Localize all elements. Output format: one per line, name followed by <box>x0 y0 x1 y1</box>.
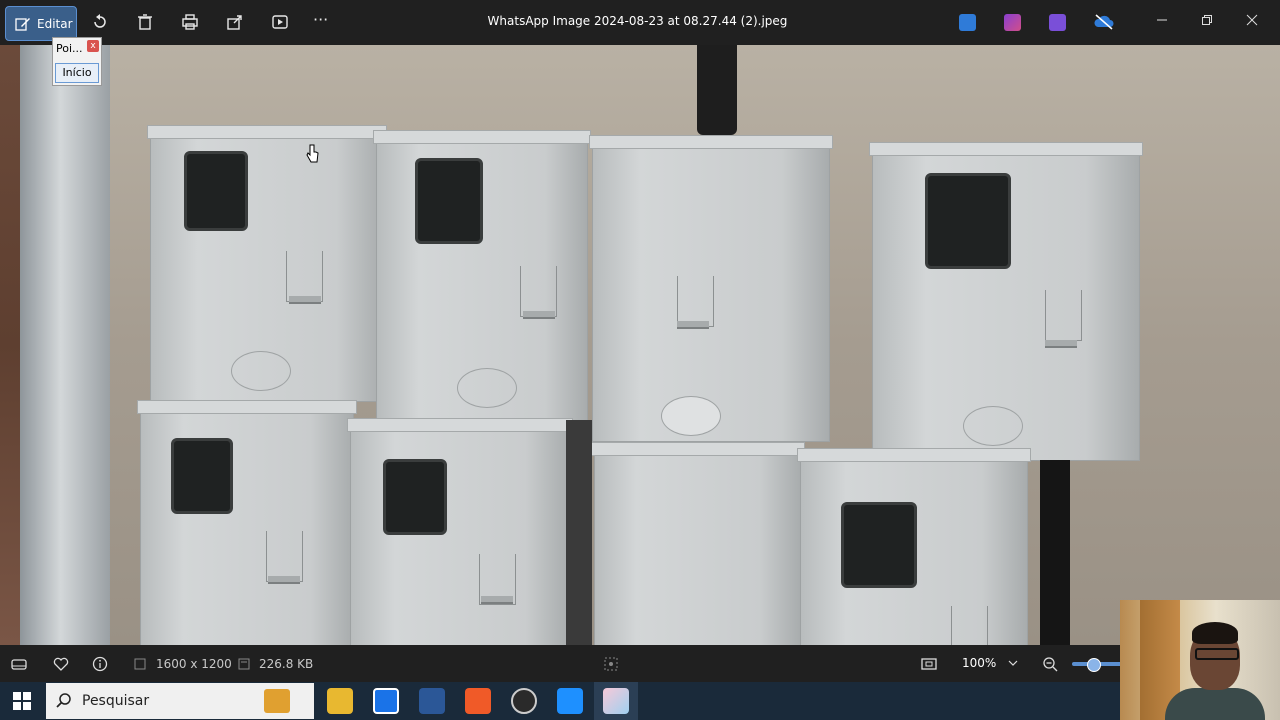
crop-view-icon[interactable] <box>603 656 619 672</box>
share-icon[interactable] <box>226 13 244 31</box>
zoom-slider[interactable] <box>1072 658 1122 672</box>
close-icon <box>1246 14 1258 26</box>
grammarly-icon[interactable] <box>373 688 399 714</box>
edit-icon <box>15 17 30 31</box>
paint-icon[interactable] <box>603 688 629 714</box>
info-icon[interactable] <box>92 656 108 672</box>
search-icon <box>56 693 71 708</box>
webcam-overlay <box>1120 600 1280 720</box>
popup-close-button[interactable]: x <box>87 40 99 52</box>
photos-app-icon[interactable] <box>959 14 976 31</box>
briefcase-icon[interactable] <box>264 689 290 713</box>
delete-icon[interactable] <box>136 13 154 31</box>
rotate-icon[interactable] <box>91 13 109 31</box>
dimensions-icon <box>134 658 146 670</box>
photo-conduit <box>1040 460 1070 645</box>
edit-button[interactable]: Editar <box>5 6 77 41</box>
chevron-down-icon <box>1008 660 1018 666</box>
zoom-slider-knob[interactable] <box>1087 658 1101 672</box>
image-dimensions: 1600 x 1200 <box>156 657 232 671</box>
clipchamp-app-icon[interactable] <box>1049 14 1066 31</box>
photo-meter-box <box>797 448 1031 645</box>
edit-button-label: Editar <box>37 16 73 31</box>
photo-meter-box <box>147 125 387 402</box>
zoom-value: 100% <box>962 656 997 670</box>
close-button[interactable] <box>1242 12 1262 32</box>
photo-meter-box <box>589 135 833 442</box>
photos-taskbar-icon[interactable] <box>557 688 583 714</box>
file-size-icon <box>238 658 250 670</box>
photo-meter-box <box>591 442 805 645</box>
taskbar-search-box[interactable]: Pesquisar <box>46 683 314 719</box>
windows-start-icon[interactable] <box>13 692 31 710</box>
file-explorer-icon[interactable] <box>327 688 353 714</box>
zoom-out-icon[interactable] <box>1042 656 1058 672</box>
image-canvas[interactable] <box>0 45 1280 645</box>
designer-app-icon[interactable] <box>1004 14 1021 31</box>
restore-icon <box>1202 15 1212 25</box>
obs-icon[interactable] <box>511 688 537 714</box>
photo-meter-box <box>137 400 357 645</box>
slideshow-icon[interactable] <box>271 13 289 31</box>
popup-title: Poi... <box>56 42 83 55</box>
search-placeholder: Pesquisar <box>82 693 150 709</box>
more-icon[interactable]: ··· <box>313 10 337 29</box>
hand-cursor-icon <box>306 144 319 163</box>
photo-conduit <box>566 420 592 645</box>
file-size: 226.8 KB <box>259 657 314 671</box>
favorite-icon[interactable] <box>53 656 69 672</box>
popup-start-button[interactable]: Início <box>55 63 99 83</box>
cloud-offline-icon[interactable] <box>1094 13 1114 30</box>
print-icon[interactable] <box>181 13 199 31</box>
sublime-icon[interactable] <box>465 688 491 714</box>
minimize-icon <box>1157 19 1167 21</box>
photo-meter-box <box>347 418 573 645</box>
window-title: WhatsApp Image 2024-08-23 at 08.27.44 (2… <box>487 14 788 28</box>
minimize-button[interactable] <box>1152 12 1172 32</box>
photo-metal-pole <box>20 45 110 645</box>
app-toolbar: Editar ··· WhatsApp Image 2024-08-23 at … <box>0 0 1280 45</box>
filmstrip-icon[interactable] <box>11 656 27 672</box>
fit-to-window-icon[interactable] <box>921 656 937 672</box>
point-popup: Poi... x Início <box>52 37 102 86</box>
photo-meter-box <box>373 130 591 422</box>
zoom-dropdown[interactable]: 100% <box>950 650 1026 676</box>
restore-button[interactable] <box>1197 12 1217 32</box>
status-bar: 1600 x 1200 226.8 KB 100% <box>0 645 1280 682</box>
windows-taskbar: Pesquisar <box>0 682 1280 720</box>
word-icon[interactable] <box>419 688 445 714</box>
photo-meter-box <box>869 142 1143 461</box>
photo-conduit-pipe <box>697 45 737 135</box>
